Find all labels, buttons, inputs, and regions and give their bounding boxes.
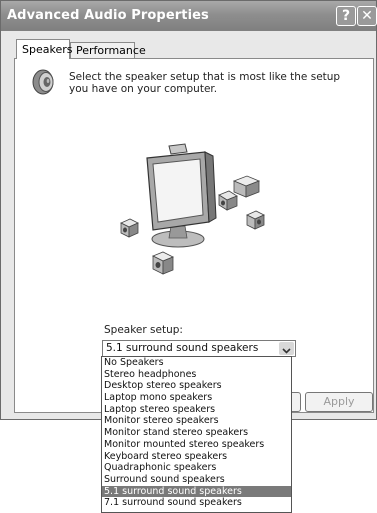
close-icon: ✕ [361,8,373,24]
window-title: Advanced Audio Properties [7,8,209,23]
dropdown-option[interactable]: Keyboard stereo speakers [102,451,291,463]
title-bar[interactable]: Advanced Audio Properties ? ✕ [1,1,377,31]
dropdown-option[interactable]: 7.1 surround sound speakers [102,497,291,509]
dropdown-option[interactable]: Surround sound speakers [102,474,291,486]
speaker-icon [29,67,59,101]
dropdown-option[interactable]: Stereo headphones [102,369,291,381]
dropdown-option[interactable]: Laptop mono speakers [102,392,291,404]
dropdown-option[interactable]: Desktop stereo speakers [102,380,291,392]
speaker-setup-value: 5.1 surround sound speakers [106,342,259,354]
apply-button[interactable]: Apply [305,392,373,412]
dropdown-option[interactable]: Monitor stereo speakers [102,415,291,427]
speaker-setup-combobox[interactable]: 5.1 surround sound speakers [102,340,296,357]
help-button[interactable]: ? [336,6,356,26]
speaker-setup-dropdown-list[interactable]: No Speakers Stereo headphones Desktop st… [101,356,292,513]
dropdown-option-selected[interactable]: 5.1 surround sound speakers [102,485,291,498]
instructions-text: Select the speaker setup that is most li… [69,71,341,95]
speaker-setup-illustration [101,126,281,285]
tab-performance[interactable]: Performance [70,42,146,59]
tab-speakers[interactable]: Speakers [16,39,72,59]
dropdown-option[interactable]: Monitor mounted stereo speakers [102,439,291,451]
close-button[interactable]: ✕ [357,6,377,26]
dropdown-option[interactable]: Quadraphonic speakers [102,462,291,474]
speaker-setup-label: Speaker setup: [104,324,183,336]
help-icon: ? [341,8,351,24]
dropdown-option[interactable]: No Speakers [102,357,291,369]
dropdown-option[interactable]: Laptop stereo speakers [102,404,291,416]
dropdown-option[interactable]: Monitor stand stereo speakers [102,427,291,439]
dropdown-arrow-button[interactable] [279,342,294,355]
